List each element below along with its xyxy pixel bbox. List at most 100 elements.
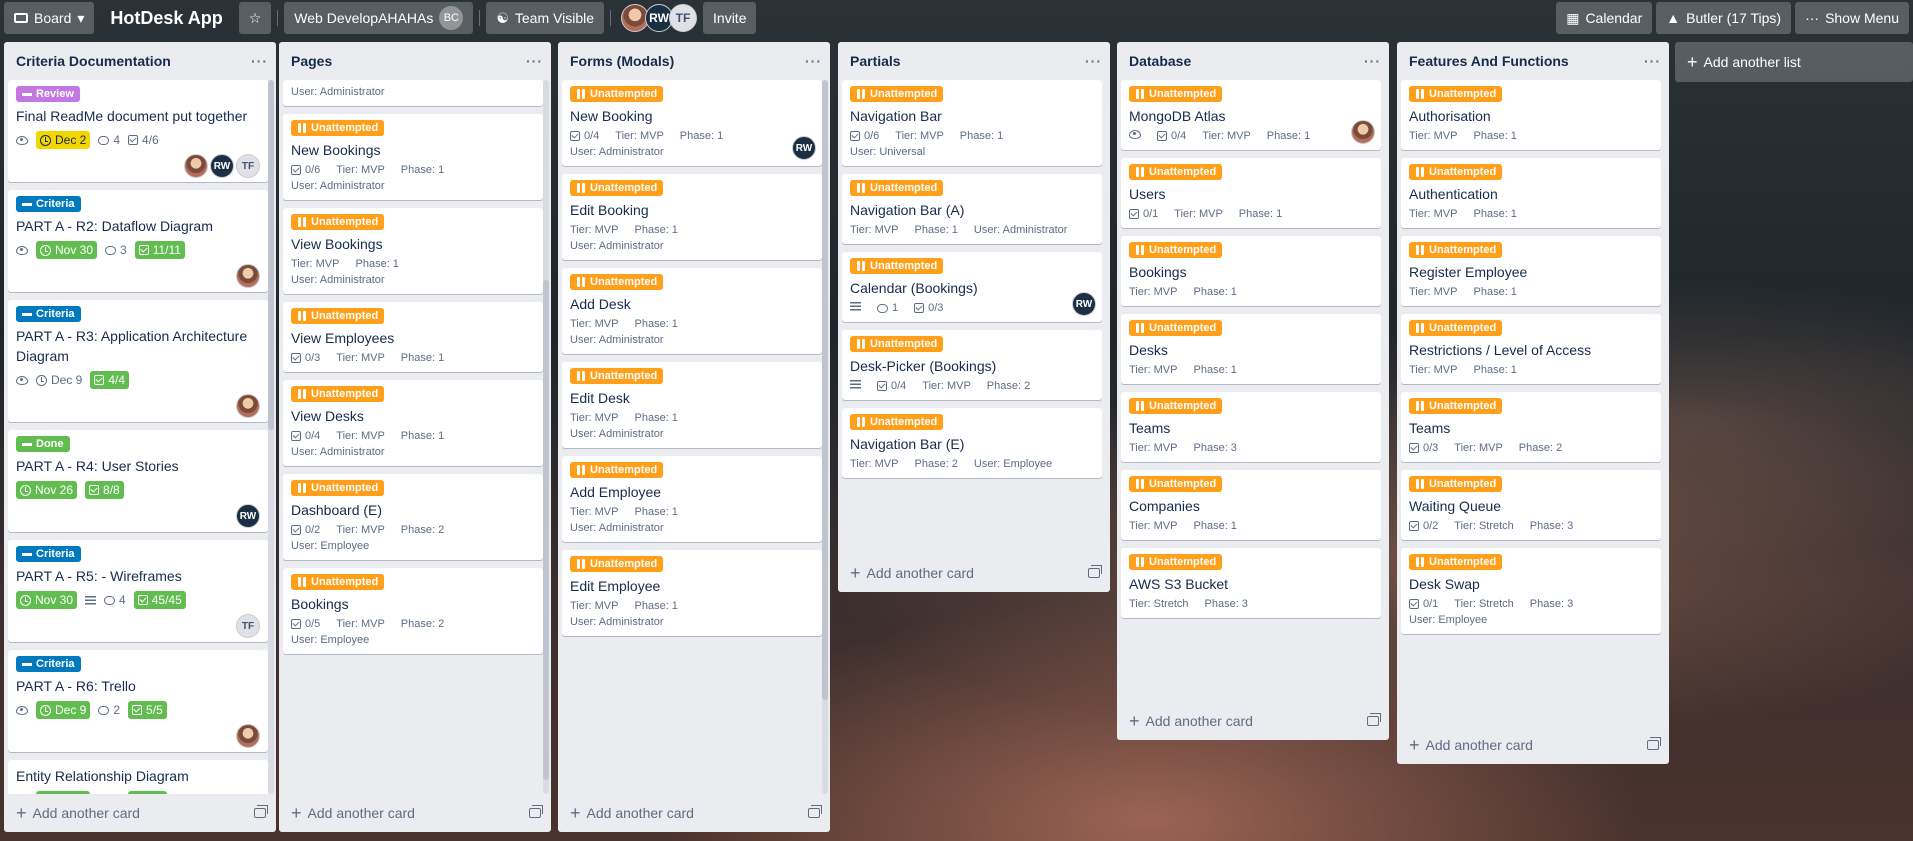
card[interactable]: Unattempted Navigation Bar (E) Tier: MVP Ph… — [842, 408, 1102, 478]
card[interactable]: Unattempted New Bookings 0/6 Tier: MVP Phase… — [283, 114, 543, 200]
template-icon[interactable] — [1367, 713, 1381, 726]
list-menu-icon[interactable]: ··· — [1364, 53, 1381, 69]
due-date-badge[interactable]: Nov 26 — [16, 481, 78, 499]
list-menu-icon[interactable]: ··· — [1644, 53, 1661, 69]
template-icon[interactable] — [808, 805, 822, 818]
list-title[interactable]: Criteria Documentation — [16, 53, 171, 69]
card[interactable]: Unattempted Companies Tier: MVP Phase: 1 — [1121, 470, 1381, 540]
show-menu-button[interactable]: ··· Show Menu — [1795, 2, 1909, 34]
card[interactable]: Unattempted Desks Tier: MVP Phase: 1 — [1121, 314, 1381, 384]
card[interactable]: Unattempted Restrictions / Level of Acces… — [1401, 314, 1661, 384]
card[interactable]: Review Final ReadMe document put together… — [8, 80, 268, 182]
card[interactable]: Unattempted MongoDB Atlas 0/4 Tier: MVP Phas… — [1121, 80, 1381, 150]
due-date-badge[interactable]: Dec 9 — [36, 791, 91, 794]
list-menu-icon[interactable]: ··· — [805, 53, 822, 69]
member-avatar[interactable] — [1351, 120, 1375, 144]
board-title[interactable]: HotDesk App — [100, 8, 232, 29]
visibility-button[interactable]: ☯ Team Visible — [486, 2, 605, 34]
list-title[interactable]: Partials — [850, 53, 901, 69]
list-menu-icon[interactable]: ··· — [526, 53, 543, 69]
template-icon[interactable] — [1088, 565, 1102, 578]
card[interactable]: Criteria PART A - R2: Dataflow Diagram Nov… — [8, 190, 268, 292]
card[interactable]: Unattempted Edit Desk Tier: MVP Phase: 1 Use… — [562, 362, 822, 448]
member-avatar[interactable]: RW — [210, 154, 234, 178]
add-card-button[interactable]: + Add another card — [570, 804, 694, 822]
card[interactable]: Unattempted Users 0/1 Tier: MVP Phase: 1 — [1121, 158, 1381, 228]
card[interactable]: Unattempted Desk-Picker (Bookings) 0/4 Tier… — [842, 330, 1102, 400]
team-button[interactable]: Web DevelopAHAHAs BC — [284, 2, 474, 34]
member-avatar[interactable] — [236, 724, 260, 748]
checklist-icon — [914, 303, 925, 313]
add-card-button[interactable]: + Add another card — [16, 804, 140, 822]
scrollbar-thumb[interactable] — [543, 280, 549, 780]
card[interactable]: Criteria PART A - R6: Trello Dec 9 2 5/5 — [8, 650, 268, 752]
butler-button[interactable]: ▲ Butler (17 Tips) — [1656, 2, 1792, 34]
template-icon[interactable] — [1647, 737, 1661, 750]
card[interactable]: Unattempted Bookings 0/5 Tier: MVP Phase: 2 U… — [283, 568, 543, 654]
scrollbar-thumb[interactable] — [822, 80, 828, 700]
card[interactable]: Unattempted Desk Swap 0/1 Tier: Stretch Phas… — [1401, 548, 1661, 634]
add-card-button[interactable]: + Add another card — [1129, 712, 1253, 730]
list-menu-icon[interactable]: ··· — [1085, 53, 1102, 69]
card[interactable]: Unattempted Authorisation Tier: MVP Phase: … — [1401, 80, 1661, 150]
member-avatar[interactable]: TF — [236, 614, 260, 638]
card[interactable]: Unattempted Dashboard (E) 0/2 Tier: MVP Phas… — [283, 474, 543, 560]
card[interactable]: Unattempted Authentication Tier: MVP Phase:… — [1401, 158, 1661, 228]
card[interactable]: Unattempted Edit Employee Tier: MVP Phase: … — [562, 550, 822, 636]
template-icon[interactable] — [254, 805, 268, 818]
add-card-button[interactable]: + Add another card — [291, 804, 415, 822]
card[interactable]: Unattempted Add Employee Tier: MVP Phase: 1… — [562, 456, 822, 542]
member-avatar[interactable]: TF — [236, 154, 260, 178]
card[interactable]: Unattempted New Booking 0/4 Tier: MVP Phase:… — [562, 80, 822, 166]
member-avatar[interactable] — [184, 154, 208, 178]
member-avatar[interactable]: RW — [792, 136, 816, 160]
card[interactable]: Entity Relationship Diagram Dec 9 1 4/4 — [8, 760, 268, 794]
list-menu-icon[interactable]: ··· — [251, 53, 268, 69]
card[interactable]: Unattempted Teams 0/3 Tier: MVP Phase: 2 — [1401, 392, 1661, 462]
member-avatar[interactable] — [236, 394, 260, 418]
template-icon[interactable] — [529, 805, 543, 818]
board-view-switcher[interactable]: Board ▾ — [4, 2, 95, 34]
star-button[interactable]: ☆ — [238, 2, 272, 34]
card[interactable]: Unattempted View Bookings Tier: MVP Phase: … — [283, 208, 543, 294]
card[interactable]: Unattempted View Employees 0/3 Tier: MVP Pha… — [283, 302, 543, 372]
card[interactable]: Unattempted Navigation Bar 0/6 Tier: MVP Pha… — [842, 80, 1102, 166]
card[interactable]: Unattempted View Desks 0/4 Tier: MVP Phase: … — [283, 380, 543, 466]
card[interactable]: Unattempted Bookings Tier: MVP Phase: 1 — [1121, 236, 1381, 306]
invite-button[interactable]: Invite — [703, 2, 757, 34]
due-date-badge[interactable]: Nov 30 — [36, 241, 98, 259]
list-title[interactable]: Features And Functions — [1409, 53, 1569, 69]
member-avatar[interactable]: RW — [236, 504, 260, 528]
card[interactable]: Unattempted Calendar (Bookings) 1 0/3 RW — [842, 252, 1102, 322]
due-date-badge[interactable]: Dec 2 — [36, 131, 91, 149]
add-card-button[interactable]: + Add another card — [1409, 736, 1533, 754]
meta-text: 0/3 — [928, 302, 944, 314]
due-date-badge[interactable]: Dec 9 — [36, 373, 82, 387]
add-card-button[interactable]: + Add another card — [850, 564, 974, 582]
scrollbar-thumb[interactable] — [268, 80, 274, 430]
card[interactable]: Criteria PART A - R5: - Wireframes Nov 30 4… — [8, 540, 268, 642]
card[interactable]: Unattempted Edit Booking Tier: MVP Phase: 1… — [562, 174, 822, 260]
list-scrollbar[interactable] — [543, 80, 549, 794]
list-title[interactable]: Pages — [291, 53, 332, 69]
add-list-button[interactable]: + Add another list — [1675, 42, 1913, 82]
member-avatar[interactable]: TF — [669, 4, 698, 32]
list-title[interactable]: Database — [1129, 53, 1191, 69]
member-avatar[interactable]: RW — [1072, 292, 1096, 316]
card[interactable]: Unattempted Navigation Bar (A) Tier: MVP Ph… — [842, 174, 1102, 244]
due-date-badge[interactable]: Nov 30 — [16, 591, 78, 609]
card[interactable]: Unattempted AWS S3 Bucket Tier: Stretch Pha… — [1121, 548, 1381, 618]
list-title[interactable]: Forms (Modals) — [570, 53, 674, 69]
card[interactable]: Unattempted Add Desk Tier: MVP Phase: 1 User… — [562, 268, 822, 354]
due-date-badge[interactable]: Dec 9 — [36, 701, 91, 719]
member-avatar[interactable] — [236, 264, 260, 288]
card[interactable]: Unattempted Register Employee Tier: MVP Pha… — [1401, 236, 1661, 306]
list-scrollbar[interactable] — [268, 80, 274, 794]
card[interactable]: Unattempted Teams Tier: MVP Phase: 3 — [1121, 392, 1381, 462]
list-scrollbar[interactable] — [822, 80, 828, 794]
calendar-button[interactable]: ▦ Calendar — [1556, 2, 1653, 34]
card[interactable]: Criteria PART A - R3: Application Archite… — [8, 300, 268, 422]
card[interactable]: Unattempted Waiting Queue 0/2 Tier: Stretch… — [1401, 470, 1661, 540]
card[interactable]: User: Administrator — [283, 80, 543, 106]
card[interactable]: Done PART A - R4: User Stories Nov 26 8/8 RW — [8, 430, 268, 532]
